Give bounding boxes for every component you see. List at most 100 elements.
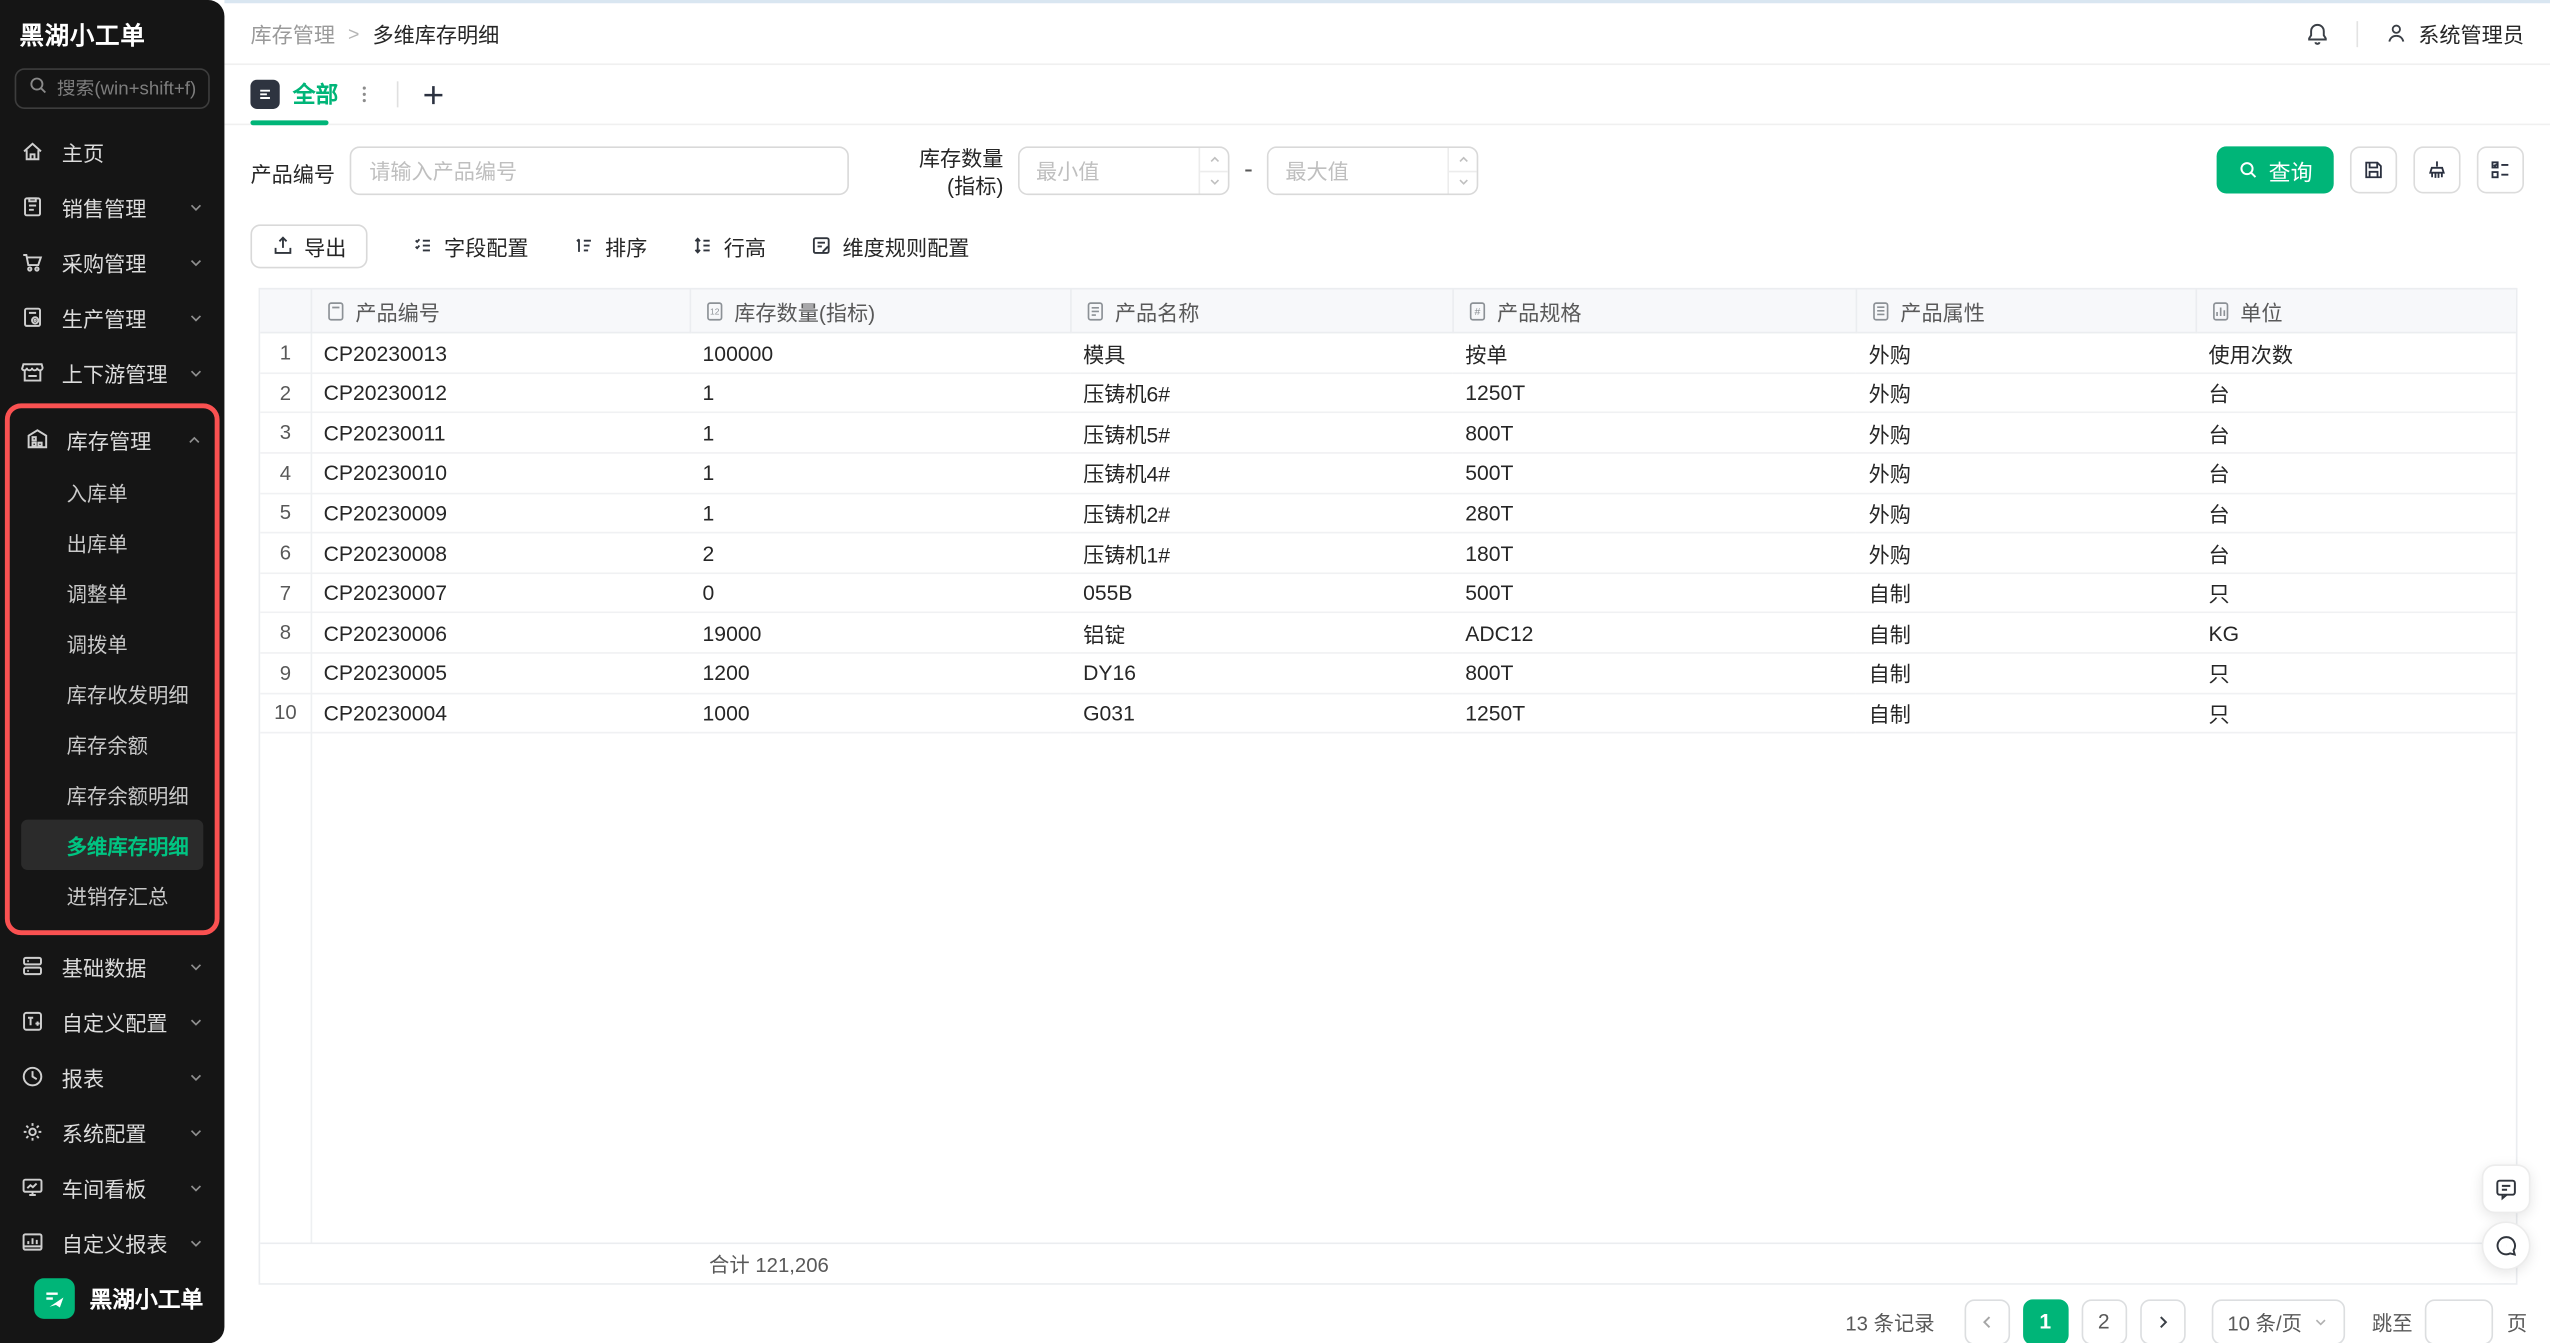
breadcrumb-current: 多维库存明细 (372, 18, 499, 49)
sort-button[interactable]: 排序 (573, 231, 648, 262)
sidebar-subitem-adjustment[interactable]: 调整单 (10, 568, 215, 618)
table-row[interactable]: 8CP2023000619000铝锭ADC12自制KG (260, 613, 2516, 653)
table-row[interactable]: 2CP202300121压铸机6#1250T外购台 (260, 373, 2516, 413)
sidebar-item-production[interactable]: 生产管理 (0, 289, 224, 344)
sidebar-subitem-multidim-detail[interactable]: 多维库存明细 (21, 820, 203, 870)
tab-active-underline (250, 120, 328, 125)
database-icon (20, 953, 46, 979)
feedback-button[interactable] (2482, 1164, 2531, 1213)
cart-icon (20, 249, 46, 275)
sidebar-item-custom-config[interactable]: 自定义配置 (0, 994, 224, 1049)
sidebar-item-supply-chain[interactable]: 上下游管理 (0, 345, 224, 400)
sidebar-subitem-inbound[interactable]: 入库单 (10, 467, 215, 517)
data-table: 产品编号 12库存数量(指标) 产品名称 #产品规格 产品属性 单位 1CP20… (260, 289, 2516, 734)
spec-field-icon: # (1466, 300, 1487, 321)
stepper-up-icon[interactable] (1200, 148, 1228, 172)
sidebar-item-reports[interactable]: 报表 (0, 1049, 224, 1104)
add-tab-button[interactable] (420, 81, 448, 109)
next-page-button[interactable] (2140, 1299, 2186, 1343)
page-1-button[interactable]: 1 (2022, 1299, 2068, 1343)
tab-all[interactable]: 全部 (250, 65, 338, 124)
topbar-right: 系统管理员 (2304, 18, 2524, 49)
pagination: 13 条记录 1 2 10 条/页 跳至 页 (224, 1284, 2550, 1343)
table-row[interactable]: 5CP202300091压铸机2#280T外购台 (260, 493, 2516, 533)
breadcrumb-parent[interactable]: 库存管理 (250, 18, 335, 49)
logo-mark-icon (34, 1278, 75, 1319)
save-filter-button[interactable] (2350, 146, 2397, 193)
query-button[interactable]: 查询 (2217, 146, 2334, 193)
col-header-code[interactable]: 产品编号 (311, 289, 690, 333)
tab-bar: 全部 (224, 65, 2550, 125)
clear-filter-button[interactable] (2413, 146, 2460, 193)
sidebar-item-sales[interactable]: 销售管理 (0, 179, 224, 234)
tab-more-icon[interactable] (353, 83, 376, 106)
qty-min-input[interactable] (1020, 148, 1199, 194)
table-row[interactable]: 7CP202300070055B500T自制只 (260, 573, 2516, 613)
sidebar-item-inventory[interactable]: 库存管理 (10, 411, 215, 466)
checklist-icon (2488, 158, 2512, 182)
tab-divider (397, 81, 399, 107)
col-header-attr[interactable]: 产品属性 (1856, 289, 2196, 333)
col-header-qty[interactable]: 12库存数量(指标) (690, 289, 1071, 333)
table-row[interactable]: 3CP202300111压铸机5#800T外购台 (260, 413, 2516, 453)
row-height-button[interactable]: 行高 (691, 231, 766, 262)
prev-page-button[interactable] (1964, 1299, 2010, 1343)
field-config-button[interactable]: 字段配置 (411, 231, 528, 262)
col-header-spec[interactable]: #产品规格 (1452, 289, 1855, 333)
sidebar-item-base-data[interactable]: 基础数据 (0, 938, 224, 993)
stepper-down-icon[interactable] (1200, 172, 1228, 194)
chat-bubble-icon (2493, 1233, 2519, 1259)
col-header-unit[interactable]: 单位 (2195, 289, 2515, 333)
sidebar-subitem-balance[interactable]: 库存余额 (10, 719, 215, 769)
row-height-icon (691, 235, 714, 258)
table-row[interactable]: 4CP202300101压铸机4#500T外购台 (260, 453, 2516, 493)
filter-config-button[interactable] (2477, 146, 2524, 193)
save-icon (2361, 158, 2385, 182)
dimension-config-button[interactable]: 维度规则配置 (810, 231, 969, 262)
sidebar-search[interactable] (15, 68, 210, 109)
chevron-down-icon (187, 198, 205, 216)
sidebar-item-custom-reports[interactable]: 自定义报表 (0, 1215, 224, 1270)
sidebar-search-input[interactable] (57, 79, 197, 99)
product-code-input[interactable] (350, 146, 849, 195)
export-button[interactable]: 导出 (250, 224, 367, 268)
sidebar-subitem-transfer[interactable]: 调拨单 (10, 618, 215, 668)
sidebar-item-purchase[interactable]: 采购管理 (0, 234, 224, 289)
stepper-up-icon[interactable] (1450, 148, 1478, 172)
chevron-down-icon (187, 1012, 205, 1030)
user-menu[interactable]: 系统管理员 (2384, 18, 2524, 49)
table-row[interactable]: 1CP20230013100000模具按单外购使用次数 (260, 333, 2516, 373)
total-value: 合计 121,206 (709, 1248, 829, 1279)
sidebar-subitem-in-out-detail[interactable]: 库存收发明细 (10, 668, 215, 718)
gear-icon (20, 1119, 46, 1145)
search-icon (2238, 159, 2259, 180)
customer-service-button[interactable] (2482, 1221, 2531, 1270)
text-field-icon (1084, 300, 1105, 321)
chevron-down-icon (187, 1068, 205, 1086)
col-header-name[interactable]: 产品名称 (1070, 289, 1452, 333)
chevron-up-icon (185, 430, 203, 448)
clipboard-icon (20, 194, 46, 220)
qty-max-input[interactable] (1269, 148, 1448, 194)
table-row[interactable]: 10CP202300041000G0311250T自制只 (260, 693, 2516, 733)
chevron-down-icon (187, 363, 205, 381)
page-size-select[interactable]: 10 条/页 (2211, 1299, 2346, 1343)
table-row[interactable]: 6CP202300082压铸机1#180T外购台 (260, 533, 2516, 573)
sidebar-subitem-balance-detail[interactable]: 库存余额明细 (10, 769, 215, 819)
sidebar-item-home[interactable]: 主页 (0, 124, 224, 179)
custom-config-icon (20, 1008, 46, 1034)
sidebar-item-workshop-board[interactable]: 车间看板 (0, 1160, 224, 1215)
sidebar-subitem-psi-summary[interactable]: 进销存汇总 (10, 870, 215, 920)
sort-icon (573, 235, 596, 258)
table-empty-area (260, 734, 2516, 1242)
sidebar-subitem-outbound[interactable]: 出库单 (10, 517, 215, 567)
chart-field-icon (2209, 300, 2230, 321)
table-row[interactable]: 9CP202300051200DY16800T自制只 (260, 653, 2516, 693)
stepper-down-icon[interactable] (1450, 172, 1478, 194)
jump-page-input[interactable] (2426, 1299, 2494, 1343)
notification-bell-icon[interactable] (2304, 20, 2330, 46)
sidebar-item-system-config[interactable]: 系统配置 (0, 1104, 224, 1159)
tab-label: 全部 (293, 78, 339, 111)
range-dash: - (1244, 146, 1253, 185)
page-2-button[interactable]: 2 (2081, 1299, 2127, 1343)
